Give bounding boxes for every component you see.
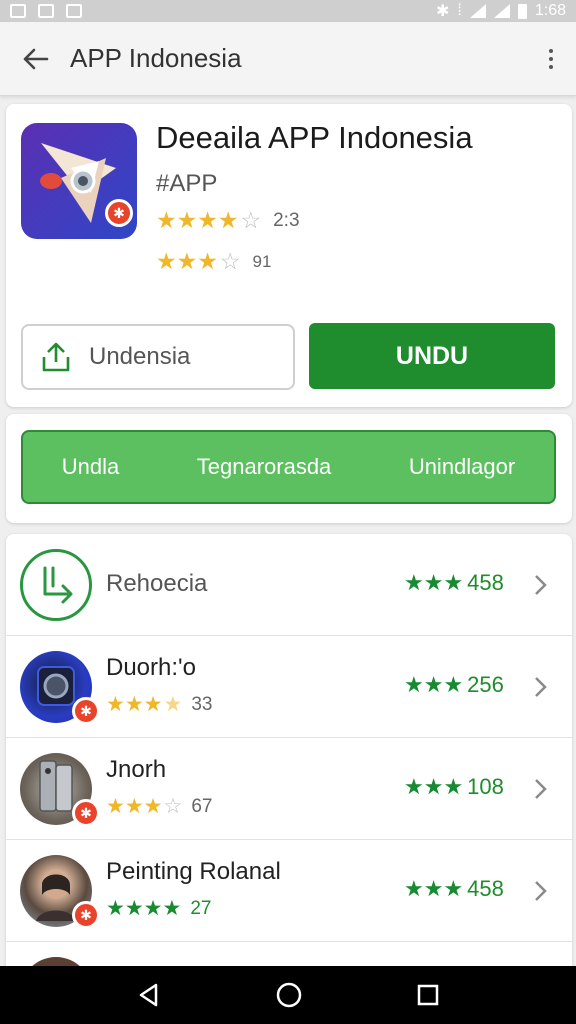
- rating-row-2: ★★★ ☆ 91: [156, 248, 271, 275]
- camera-notification-icon: [38, 4, 54, 18]
- secondary-button-label: Undensia: [89, 343, 191, 370]
- system-navigation-bar: [0, 966, 576, 1024]
- app-badge-icon: ✱: [72, 901, 100, 929]
- tabs-card: Undla Tegnarorasda Unindlagor: [6, 414, 572, 523]
- rating-row-1: ★★★★ ☆ 2:3: [156, 207, 300, 234]
- tab-unindlagor[interactable]: Unindlagor: [409, 454, 515, 480]
- upload-icon: [42, 342, 70, 372]
- page-title: APP Indonesia: [70, 43, 242, 73]
- nav-home-icon[interactable]: [275, 981, 303, 1009]
- overflow-menu-button[interactable]: [526, 48, 576, 69]
- list-item-avatar: ✱: [20, 651, 100, 725]
- gallery-notification-icon: [66, 4, 82, 18]
- chevron-right-icon: [535, 881, 547, 901]
- back-button[interactable]: [0, 47, 70, 71]
- notification-icons: [10, 4, 82, 18]
- battery-icon: [517, 3, 527, 19]
- app-name: Deeaila APP Indonesia: [156, 120, 473, 155]
- wifi-icon: [469, 4, 486, 18]
- list-item-name: Jnorh: [106, 756, 167, 783]
- app-badge-icon: ✱: [72, 799, 100, 827]
- secondary-install-button[interactable]: Undensia: [21, 324, 295, 390]
- app-badge-icon: ✱: [72, 697, 100, 725]
- list-item-subrating: ★★★ ☆ 67: [106, 795, 213, 818]
- list-item-name: Duorh:'o: [106, 654, 196, 681]
- list-item-avatar: [20, 549, 92, 621]
- list-item-rating: ★★★ 256: [404, 672, 504, 697]
- list-item[interactable]: ✱ Jnorh ★★★ ☆ 67 ★★★ 108: [6, 738, 572, 840]
- app-header-card: ✱ Deeaila APP Indonesia #APP ★★★★ ☆ 2:3 …: [6, 104, 572, 407]
- rating-stars: ★★★★: [156, 207, 239, 233]
- list-item-rating: ★★★ 108: [404, 774, 504, 799]
- image-notification-icon: [10, 4, 26, 18]
- bluetooth-icon: ✱: [436, 3, 450, 20]
- app-badge-icon: ✱: [105, 199, 133, 227]
- app-bar: APP Indonesia: [0, 22, 576, 96]
- list-item-avatar: ✱: [20, 753, 100, 827]
- list-item[interactable]: ✱ Peinting Rolanal ★★★★ 27 ★★★ 458: [6, 840, 572, 942]
- nav-back-icon[interactable]: [136, 982, 162, 1008]
- rating-empty-star: ☆: [219, 248, 241, 274]
- chevron-right-icon: [535, 575, 547, 595]
- list-item-subrating: ★★★★ 27: [106, 897, 212, 920]
- list-item-name: Peinting Rolanal: [106, 858, 281, 885]
- list-item-name: Rehoecia: [106, 570, 208, 597]
- tab-bar: Undla Tegnarorasda Unindlagor: [21, 430, 556, 504]
- list-item[interactable]: ✱ Duorh:'o ★★★ ★ 33 ★★★ 256: [6, 636, 572, 738]
- rating-count: 2:3: [273, 209, 300, 231]
- rating-count: 91: [252, 251, 272, 271]
- app-subtitle: #APP: [156, 170, 218, 197]
- back-arrow-icon: [23, 48, 49, 69]
- install-button[interactable]: UNDU: [309, 323, 555, 389]
- more-vert-icon: [549, 48, 553, 53]
- list-item-rating: ★★★ 458: [404, 876, 504, 901]
- list-item-subrating: ★★★ ★ 33: [106, 693, 213, 716]
- download-app-icon: [43, 566, 73, 604]
- rating-stars: ★★★: [156, 248, 218, 274]
- status-bar: ✱ ⁞ 1:68: [0, 0, 576, 22]
- tab-tegnarorasda[interactable]: Tegnarorasda: [197, 454, 332, 480]
- signal-icon: [493, 4, 510, 18]
- chevron-right-icon: [535, 779, 547, 799]
- nav-recents-icon[interactable]: [416, 983, 440, 1007]
- vibrate-icon: ⁞: [457, 2, 462, 19]
- status-time: 1:68: [534, 2, 566, 19]
- rating-empty-star: ☆: [240, 207, 262, 233]
- list-item[interactable]: Rehoecia ★★★ 458: [6, 534, 572, 636]
- app-list: Rehoecia ★★★ 458 ✱ Duorh:'o ★★★ ★ 33 ★★★…: [6, 534, 572, 974]
- list-item-avatar: ✱: [20, 855, 100, 929]
- app-icon: ✱: [21, 123, 137, 239]
- chevron-right-icon: [535, 677, 547, 697]
- list-item-rating: ★★★ 458: [404, 570, 504, 595]
- tab-undla[interactable]: Undla: [62, 454, 119, 480]
